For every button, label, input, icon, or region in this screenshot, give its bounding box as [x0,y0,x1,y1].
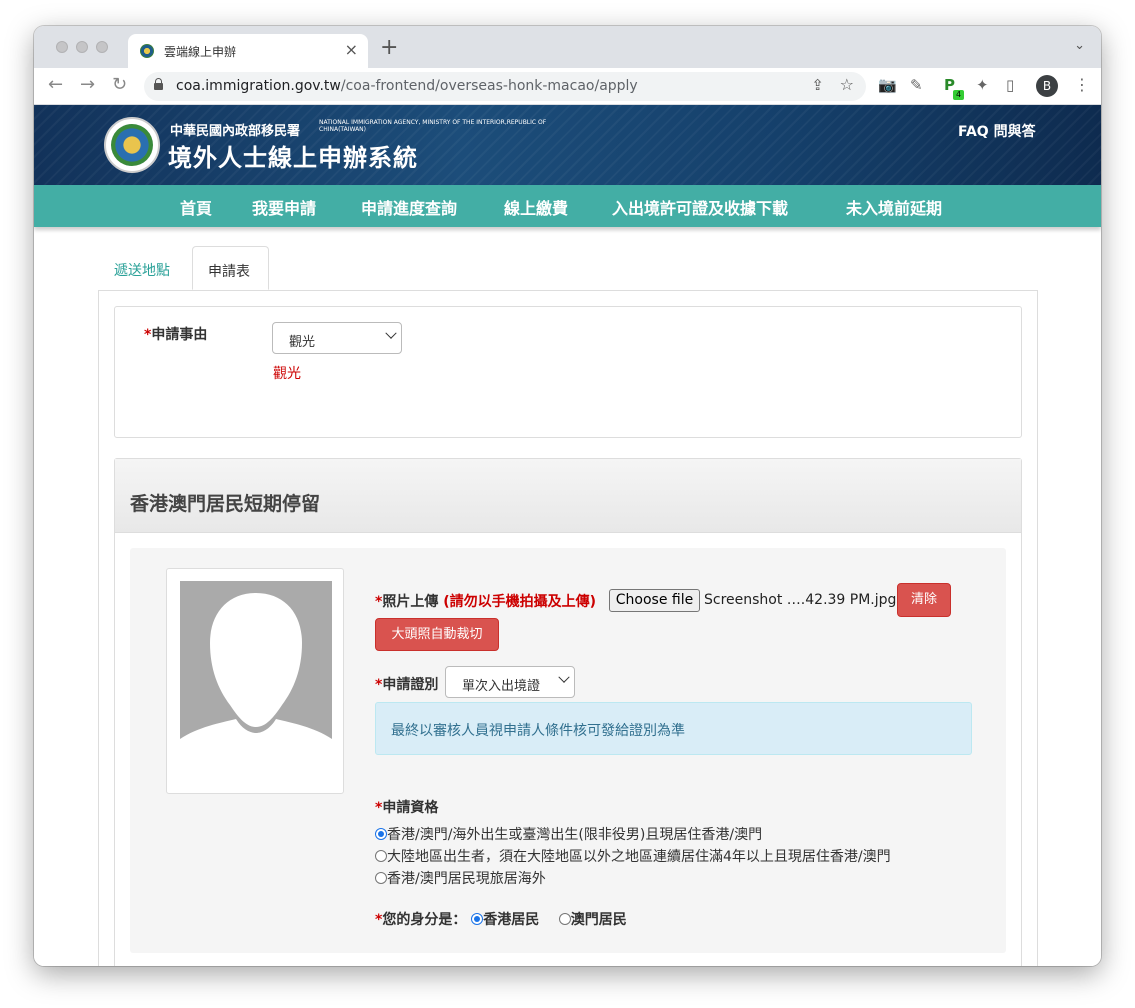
certificate-type-label: *申請證別 [375,677,439,693]
reason-label: *申請事由 [144,327,208,343]
person-placeholder-icon [180,581,332,749]
qualification-option-1[interactable]: 香港/澳門/海外出生或臺灣出生(限非役男)且現居住香港/澳門 [375,824,762,844]
identity-label: 您的身分是： [382,912,467,928]
page-content: 中華民國內政部移民署 NATIONAL IMMIGRATION AGENCY, … [34,105,1101,966]
hk-macau-panel: 香港澳門居民短期停留 *照片上傳 (請勿以手機拍攝及上傳) Choose fil… [114,458,1022,966]
panel-heading: 香港澳門居民短期停留 [115,459,1021,533]
system-title[interactable]: 境外人士線上申辦系統 [168,138,418,173]
radio-hk-resident[interactable] [471,913,484,925]
identity-macau-label[interactable]: 澳門居民 [571,912,627,928]
nav-extension-before-entry[interactable]: 未入境前延期 [846,195,942,219]
site-favicon-icon [140,44,154,58]
bookmark-star-icon[interactable]: ☆ [840,75,854,94]
radio-button[interactable] [375,850,387,862]
panel-title: 香港澳門居民短期停留 [130,493,321,515]
faq-link[interactable]: FAQ 問與答 [958,121,1036,141]
eyedropper-icon[interactable]: ✎ [910,76,923,94]
browser-menu-icon[interactable]: ⋮ [1074,75,1090,94]
identity-hk-label[interactable]: 香港居民 [483,912,539,928]
reason-panel: *申請事由 觀光 觀光 [114,306,1022,438]
share-icon[interactable]: ⇪ [811,76,824,94]
agency-seal-logo[interactable] [104,117,160,173]
window-zoom-button[interactable] [96,41,108,53]
photo-upload-label: *照片上傳 (請勿以手機拍攝及上傳) [375,594,596,610]
certificate-type-select[interactable]: 單次入出境證 [445,666,575,698]
address-bar[interactable]: coa.immigration.gov.tw/coa-frontend/over… [144,72,866,101]
nav-apply[interactable]: 我要申請 [252,195,316,219]
tab-title: 雲端線上申辦 [164,45,237,59]
chevron-down-icon [385,327,397,339]
tab-search-chevron-icon[interactable]: ⌄ [1074,38,1085,53]
qualification-option-2[interactable]: 大陸地區出生者，須在大陸地區以外之地區連續居住滿4年以上且現居住香港/澳門 [375,846,891,866]
url-text[interactable]: coa.immigration.gov.tw/coa-frontend/over… [176,78,638,94]
camera-icon[interactable]: 📷 [878,76,897,94]
browser-tab-active[interactable]: 雲端線上申辦 × [128,34,368,68]
auto-crop-button[interactable]: 大頭照自動裁切 [375,618,499,651]
identity-row: *您的身分是： 香港居民 澳門居民 [375,912,627,928]
choose-file-button[interactable]: Choose file [609,589,700,612]
panel-body: *照片上傳 (請勿以手機拍攝及上傳) Choose file Screensho… [130,548,1006,953]
chevron-down-icon [558,671,570,683]
extension-badge: 4 [953,90,964,100]
browser-window: 雲端線上申辦 × + ⌄ ← → ↻ coa.immigration.gov.t… [34,26,1101,966]
window-minimize-button[interactable] [76,41,88,53]
reason-echo-text: 觀光 [273,366,301,382]
agency-name-en: NATIONAL IMMIGRATION AGENCY, MINISTRY OF… [319,119,547,133]
new-tab-button[interactable]: + [380,35,398,60]
info-alert: 最終以審核人員視申請人條件核可發給證別為準 [375,702,972,755]
profile-avatar[interactable]: B [1036,75,1058,97]
site-header: 中華民國內政部移民署 NATIONAL IMMIGRATION AGENCY, … [34,105,1101,185]
browser-toolbar: ← → ↻ coa.immigration.gov.tw/coa-fronten… [34,68,1101,105]
nav-home[interactable]: 首頁 [180,195,212,219]
qualification-label: *申請資格 [375,800,439,816]
nav-online-payment[interactable]: 線上繳費 [504,195,568,219]
tab-application-form-label: 申請表 [208,264,250,280]
reason-select[interactable]: 觀光 [272,322,402,354]
tab-close-icon[interactable]: × [345,40,358,59]
window-close-button[interactable] [56,41,68,53]
photo-preview [166,568,344,794]
reload-icon[interactable]: ↻ [112,74,127,95]
tab-application-form[interactable]: 申請表 [192,246,269,290]
radio-macau-resident[interactable] [558,913,571,925]
nav-progress-query[interactable]: 申請進度查詢 [361,195,457,219]
selected-file-name: Screenshot ….42.39 PM.jpg [704,592,897,608]
radio-button-checked[interactable] [375,828,387,840]
radio-button[interactable] [375,872,387,884]
puzzle-extensions-icon[interactable]: ✦ [976,76,989,94]
info-alert-text: 最終以審核人員視申請人條件核可發給證別為準 [391,723,685,739]
nav-permit-download[interactable]: 入出境許可證及收據下載 [612,195,788,219]
lock-icon[interactable] [154,78,163,90]
tab-delivery-location[interactable]: 遞送地點 [114,260,170,280]
tab-strip: 雲端線上申辦 × + ⌄ [34,26,1101,68]
clear-photo-button[interactable]: 清除 [897,583,951,617]
main-nav: 首頁 我要申請 申請進度查詢 線上繳費 入出境許可證及收據下載 未入境前延期 [34,185,1101,227]
forward-arrow-icon[interactable]: → [80,74,95,95]
back-arrow-icon[interactable]: ← [48,74,63,95]
qualification-option-3[interactable]: 香港/澳門居民現旅居海外 [375,868,546,888]
side-panel-icon[interactable]: ▯ [1006,76,1014,94]
agency-name-zh: 中華民國內政部移民署 [170,124,301,139]
